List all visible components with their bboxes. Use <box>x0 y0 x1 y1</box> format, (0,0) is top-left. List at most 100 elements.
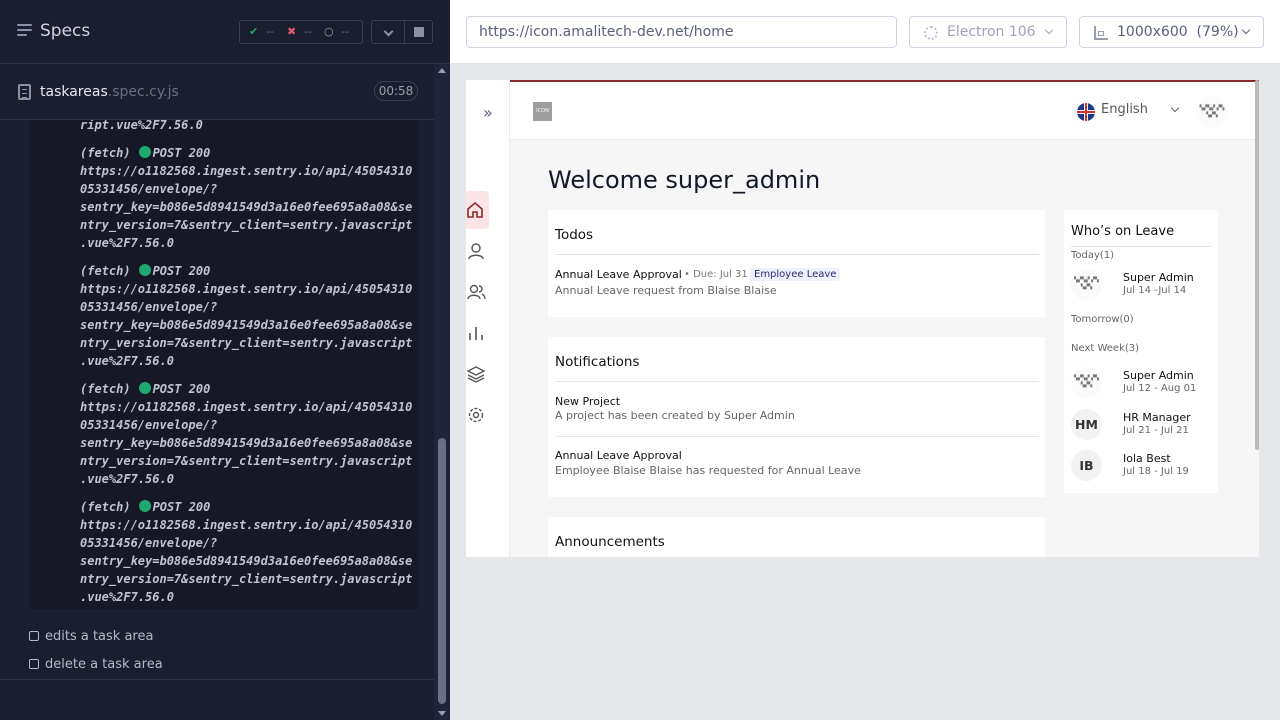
test-status-icon <box>29 631 39 641</box>
viewport-label: 1000x600 (79%) <box>1117 24 1239 40</box>
log-url-line: sentry_key=b086e5d8941549d3a16e0fee695a8… <box>80 318 413 332</box>
avatar: HM <box>1071 409 1102 440</box>
log-entry[interactable]: (fetch) POST 200 https://o1182568.ingest.… <box>80 144 415 252</box>
avatar: ▚▞▚▞ ▞▚ ▚▞▚ <box>1071 269 1102 300</box>
status-dot-icon <box>138 382 151 394</box>
log-type: (fetch) <box>80 264 131 278</box>
page-title: Welcome super_admin <box>548 166 821 194</box>
browser-toolbar: https://icon.amalitech-dev.net/home Elec… <box>450 0 1280 64</box>
chevron-down-icon <box>383 26 394 37</box>
log-url-line: https://o1182568.ingest.sentry.io/api/45… <box>80 164 413 178</box>
url-field[interactable]: https://icon.amalitech-dev.net/home <box>466 16 897 48</box>
todo-due: • Due: Jul 31 <box>684 269 748 280</box>
browser-selector[interactable]: Electron 106 <box>909 16 1067 48</box>
expand-icon[interactable]: » <box>483 105 493 121</box>
log-entry[interactable]: (fetch) POST 200 https://o1182568.ingest.… <box>80 262 415 370</box>
log-url-line: 05331456/envelope/? <box>80 418 218 432</box>
layers-icon[interactable] <box>466 355 489 393</box>
test-item[interactable]: delete a task area <box>29 657 163 672</box>
notification-title: New Project <box>555 395 621 408</box>
settings-icon[interactable] <box>466 396 489 434</box>
scroll-thumb[interactable] <box>438 438 446 704</box>
leave-name: Super Admin <box>1123 369 1194 382</box>
spinner-icon: ○ <box>324 25 334 38</box>
divider <box>555 254 1039 255</box>
log-url-line: 05331456/envelope/? <box>80 536 218 550</box>
options-dropdown-button[interactable] <box>371 20 405 44</box>
specs-menu-icon[interactable] <box>17 24 32 38</box>
viewport-icon <box>1094 26 1108 40</box>
chevron-down-icon <box>1241 25 1251 35</box>
avatar: IB <box>1071 450 1102 481</box>
log-type: (fetch) <box>80 146 131 160</box>
browser-label: Electron 106 <box>947 24 1036 40</box>
log-url-line: ntry_version=7&sentry_client=sentry.java… <box>80 454 413 468</box>
announcements-title: Announcements <box>555 534 665 550</box>
x-icon: ✖ <box>287 25 297 38</box>
divider <box>555 436 1039 437</box>
announcements-card: Announcements <box>548 517 1045 557</box>
spec-file-basename: taskareas <box>40 84 108 100</box>
app-header: ICON English ▚▞▚▞ ▞▚ ▚▞▚ <box>510 80 1259 140</box>
log-url-line: 05331456/envelope/? <box>80 182 218 196</box>
leave-group-today: Today(1) <box>1071 250 1115 261</box>
app-scrollbar[interactable] <box>1255 80 1259 450</box>
log-url-line: .vue%2F7.56.0 <box>80 236 174 250</box>
divider <box>0 679 434 680</box>
divider <box>1071 246 1211 247</box>
log-method: POST 200 <box>152 146 211 160</box>
scroll-up-icon[interactable] <box>438 68 446 73</box>
leave-name: Super Admin <box>1123 271 1194 284</box>
leave-dates: Jul 14 -Jul 14 <box>1123 285 1187 296</box>
log-url-line: .vue%2F7.56.0 <box>80 354 174 368</box>
status-dot-icon <box>138 500 151 512</box>
users-icon[interactable] <box>466 273 489 311</box>
log-url-line: .vue%2F7.56.0 <box>80 590 174 604</box>
test-item[interactable]: edits a task area <box>29 629 153 644</box>
notifications-title: Notifications <box>555 354 640 370</box>
status-dot-icon <box>138 146 151 158</box>
gear-icon <box>924 26 938 40</box>
log-url-line: https://o1182568.ingest.sentry.io/api/45… <box>80 518 413 532</box>
log-url-line: ntry_version=7&sentry_client=sentry.java… <box>80 336 413 350</box>
log-url-line: https://o1182568.ingest.sentry.io/api/45… <box>80 282 413 296</box>
viewport-selector[interactable]: 1000x600 (79%) <box>1079 16 1264 48</box>
app-sidebar: » <box>466 80 510 557</box>
stop-button[interactable] <box>404 20 433 44</box>
spec-file-name: taskareas.spec.cy.js <box>40 84 179 100</box>
runner-scrollbar[interactable] <box>434 64 450 720</box>
chart-icon[interactable] <box>466 314 489 352</box>
leave-name: HR Manager <box>1123 411 1191 424</box>
avatar[interactable]: ▚▞▚▞ ▞▚ ▚▞▚ <box>1196 96 1228 128</box>
cypress-runner-panel: Specs ✔ -- ✖ -- ○ -- taskareas.spec.cy.j… <box>0 0 450 720</box>
spec-file-row[interactable]: taskareas.spec.cy.js 00:58 <box>0 65 434 120</box>
flag-uk-icon <box>1077 103 1095 121</box>
todo-description: Annual Leave request from Blaise Blaise <box>555 284 777 297</box>
spec-file-extension: .spec.cy.js <box>107 84 179 100</box>
notification-description: Employee Blaise Blaise has requested for… <box>555 464 861 477</box>
home-icon[interactable] <box>466 191 489 229</box>
log-entry[interactable]: (fetch) POST 200 https://o1182568.ingest.… <box>80 380 415 488</box>
runner-header: Specs ✔ -- ✖ -- ○ -- <box>0 0 450 64</box>
app-logo[interactable]: ICON <box>533 102 552 121</box>
passed-count: -- <box>266 25 274 38</box>
chevron-down-icon <box>1044 25 1054 35</box>
whos-on-leave-card: Who’s on Leave Today(1) ▚▞▚▞ ▞▚ ▚▞▚ Super… <box>1064 210 1218 493</box>
log-url-line: ntry_version=7&sentry_client=sentry.java… <box>80 218 413 232</box>
leave-dates: Jul 21 - Jul 21 <box>1123 425 1189 436</box>
notification-title: Annual Leave Approval <box>555 449 682 462</box>
test-status-icon <box>29 659 39 669</box>
pending-count: -- <box>341 25 349 38</box>
user-icon[interactable] <box>466 232 489 270</box>
leave-title: Who’s on Leave <box>1071 224 1175 239</box>
specs-title[interactable]: Specs <box>40 21 90 41</box>
log-url-line: sentry_key=b086e5d8941549d3a16e0fee695a8… <box>80 200 413 214</box>
scroll-down-icon[interactable] <box>438 711 446 716</box>
leave-group-tomorrow: Tomorrow(0) <box>1071 314 1134 325</box>
leave-dates: Jul 18 - Jul 19 <box>1123 466 1189 477</box>
log-url-line: sentry_key=b086e5d8941549d3a16e0fee695a8… <box>80 436 413 450</box>
log-entry[interactable]: (fetch) POST 200 https://o1182568.ingest.… <box>80 498 415 606</box>
file-icon <box>18 84 31 100</box>
language-label: English <box>1101 102 1148 117</box>
log-fragment: ript.vue%2F7.56.0 <box>80 120 203 132</box>
